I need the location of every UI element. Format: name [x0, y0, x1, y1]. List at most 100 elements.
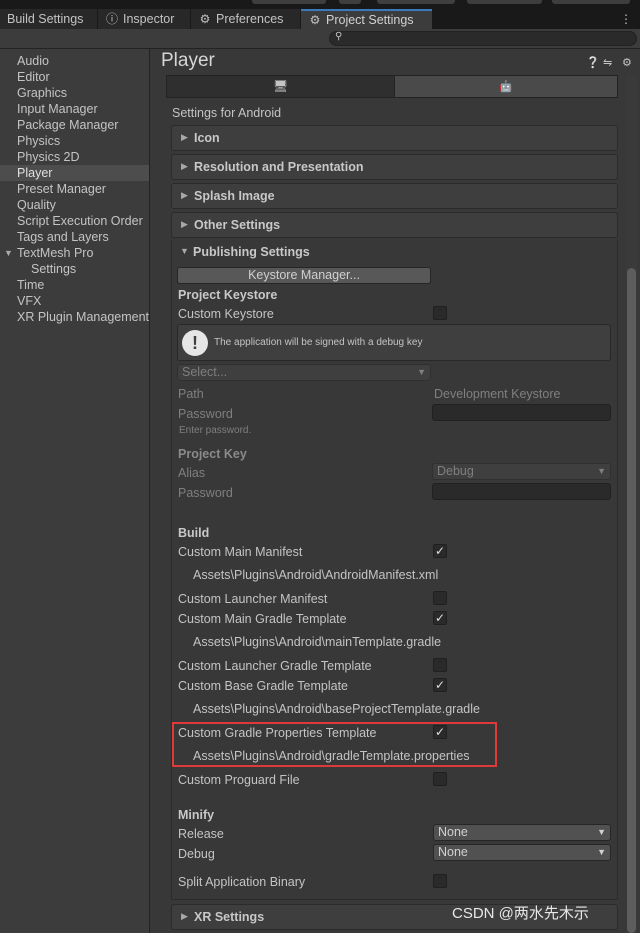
section-title: Resolution and Presentation	[194, 160, 364, 174]
sidebar-item-label: Tags and Layers	[17, 230, 109, 244]
section-icon[interactable]: ▶ Icon	[171, 125, 618, 151]
settings-for-label: Settings for Android	[172, 106, 282, 120]
sidebar-item-physics[interactable]: Physics	[0, 133, 149, 149]
sidebar-item-label: VFX	[17, 294, 42, 308]
chevron-down-icon: ▼	[597, 827, 606, 837]
custom-keystore-label: Custom Keystore	[178, 307, 274, 321]
keystore-manager-button[interactable]: Keystore Manager...	[177, 267, 431, 284]
sidebar-item-script-execution-order[interactable]: Script Execution Order	[0, 213, 149, 229]
tab-build-settings[interactable]: Build Settings	[0, 9, 97, 29]
section-title: XR Settings	[194, 910, 265, 924]
page-title: Player	[161, 50, 215, 71]
sidebar-item-quality[interactable]: Quality	[0, 197, 149, 213]
base-gradle-template-path: Assets\Plugins\Android\baseProjectTempla…	[193, 702, 480, 716]
sidebar-item-graphics[interactable]: Graphics	[0, 85, 149, 101]
sidebar-item-vfx[interactable]: VFX	[0, 293, 149, 309]
keystore-select-dropdown[interactable]: Select... ▼	[177, 364, 431, 381]
split-application-binary-checkbox[interactable]	[433, 874, 447, 888]
section-other-settings[interactable]: ▶ Other Settings	[171, 212, 618, 238]
project-keystore-heading: Project Keystore	[178, 288, 278, 302]
toolbar-fragment	[252, 0, 326, 4]
toolbar-fragment	[339, 0, 361, 4]
tab-label: Inspector	[123, 12, 175, 26]
chevron-down-icon: ▼	[597, 466, 606, 476]
more-options-icon[interactable]: ⋮	[620, 11, 632, 27]
sidebar-item-input-manager[interactable]: Input Manager	[0, 101, 149, 117]
custom-keystore-checkbox[interactable]	[433, 306, 447, 320]
dropdown-value: None	[438, 825, 468, 839]
sidebar-item-audio[interactable]: Audio	[0, 53, 149, 69]
custom-main-gradle-template-checkbox[interactable]: ✓	[433, 611, 447, 625]
collapsed-arrow-icon: ▶	[181, 911, 188, 921]
custom-main-manifest-checkbox[interactable]: ✓	[433, 544, 447, 558]
sidebar-item-label: Graphics	[17, 86, 68, 100]
section-splash-image[interactable]: ▶ Splash Image	[171, 183, 618, 209]
tab-platform-android[interactable]: 🤖	[395, 76, 617, 97]
sidebar-item-label: Editor	[17, 70, 50, 84]
presets-icon[interactable]: ⇋	[603, 56, 612, 69]
tab-preferences[interactable]: ⚙ Preferences	[191, 9, 300, 29]
sidebar-item-label: Quality	[17, 198, 56, 212]
sidebar-item-label: Input Manager	[17, 102, 98, 116]
section-publishing-settings[interactable]: ▼ Publishing Settings	[171, 240, 618, 266]
section-title: Other Settings	[194, 218, 281, 232]
sidebar-item-xr-plugin-management[interactable]: XR Plugin Management	[0, 309, 149, 325]
keystore-password-field[interactable]	[432, 404, 611, 421]
sidebar-item-textmesh-settings[interactable]: Settings	[0, 261, 149, 277]
search-input[interactable]: ⚲	[329, 31, 637, 46]
collapsed-arrow-icon: ▶	[181, 161, 188, 171]
split-application-binary-label: Split Application Binary	[178, 875, 306, 889]
path-label: Path	[178, 387, 204, 401]
debug-minify-dropdown[interactable]: None ▼	[433, 844, 611, 861]
search-icon: ⚲	[335, 31, 343, 42]
sidebar-item-player[interactable]: Player	[0, 165, 149, 181]
sidebar-item-physics-2d[interactable]: Physics 2D	[0, 149, 149, 165]
main-gradle-template-path: Assets\Plugins\Android\mainTemplate.grad…	[193, 635, 442, 649]
tab-platform-standalone[interactable]: 🖥	[167, 76, 395, 97]
sidebar-item-label: Package Manager	[17, 118, 119, 132]
expand-arrow-icon[interactable]: ▼	[4, 245, 13, 261]
sidebar-item-textmesh-pro[interactable]: ▼ TextMesh Pro	[0, 245, 149, 261]
sidebar-item-label: XR Plugin Management	[17, 310, 150, 324]
sidebar-item-label: Settings	[31, 262, 77, 276]
sidebar-item-label: Physics 2D	[17, 150, 80, 164]
sidebar-item-preset-manager[interactable]: Preset Manager	[0, 181, 149, 197]
scrollbar-thumb[interactable]	[627, 268, 636, 933]
release-minify-dropdown[interactable]: None ▼	[433, 824, 611, 841]
settings-nav-list: Audio Editor Graphics Input Manager Pack…	[0, 53, 150, 933]
tab-label: Project Settings	[326, 13, 414, 27]
help-message: The application will be signed with a de…	[214, 337, 423, 348]
alias-dropdown[interactable]: Debug ▼	[432, 463, 611, 480]
sidebar-item-editor[interactable]: Editor	[0, 69, 149, 85]
key-password-field[interactable]	[432, 483, 611, 500]
sidebar-item-package-manager[interactable]: Package Manager	[0, 117, 149, 133]
key-password-label: Password	[178, 486, 233, 500]
custom-proguard-file-label: Custom Proguard File	[178, 773, 300, 787]
alias-label: Alias	[178, 466, 206, 480]
custom-proguard-file-checkbox[interactable]	[433, 772, 447, 786]
custom-base-gradle-template-checkbox[interactable]: ✓	[433, 678, 447, 692]
section-title: Publishing Settings	[193, 245, 310, 259]
main-manifest-path: Assets\Plugins\Android\AndroidManifest.x…	[193, 568, 439, 582]
gear-icon: ⚙	[199, 12, 211, 26]
help-icon[interactable]: ❔	[586, 56, 600, 69]
sidebar-item-tags-and-layers[interactable]: Tags and Layers	[0, 229, 149, 245]
tab-label: Build Settings	[7, 12, 84, 26]
tab-inspector[interactable]: ⓘ Inspector	[98, 9, 190, 29]
sidebar-item-label: Script Execution Order	[17, 214, 143, 228]
custom-launcher-gradle-template-checkbox[interactable]	[433, 658, 447, 672]
custom-main-gradle-template-label: Custom Main Gradle Template	[178, 612, 347, 626]
dropdown-value: None	[438, 845, 468, 859]
gear-icon[interactable]: ⚙	[622, 56, 632, 69]
tab-project-settings[interactable]: ⚙ Project Settings	[301, 9, 432, 29]
sidebar-item-time[interactable]: Time	[0, 277, 149, 293]
section-resolution-presentation[interactable]: ▶ Resolution and Presentation	[171, 154, 618, 180]
expanded-arrow-icon: ▼	[180, 246, 189, 256]
custom-launcher-manifest-label: Custom Launcher Manifest	[178, 592, 328, 606]
collapsed-arrow-icon: ▶	[181, 190, 188, 200]
sidebar-item-label: TextMesh Pro	[17, 246, 94, 260]
custom-launcher-manifest-checkbox[interactable]	[433, 591, 447, 605]
toolbar-fragment	[467, 0, 542, 4]
minify-heading: Minify	[178, 808, 215, 822]
sidebar-item-label: Time	[17, 278, 45, 292]
